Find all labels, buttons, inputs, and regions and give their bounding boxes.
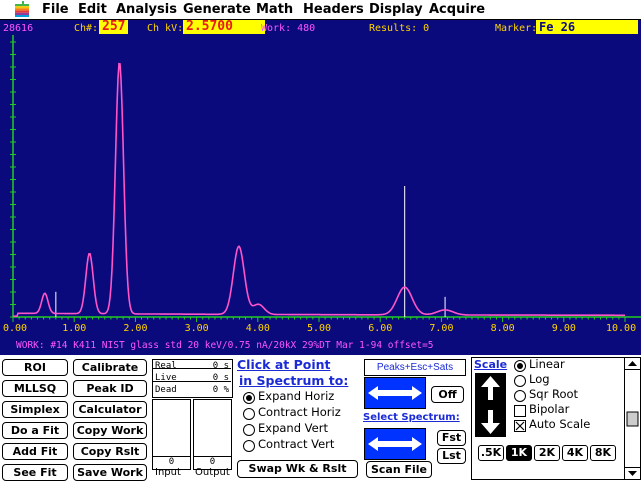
checkmark-x-icon [515, 421, 525, 431]
menu-acquire[interactable]: Acquire [429, 1, 485, 18]
dead-time-label: Dead [155, 385, 177, 395]
x-tick-label: 8.00 [490, 323, 515, 334]
scale-title: Scale [474, 358, 508, 371]
simplex-button[interactable]: Simplex [2, 401, 68, 418]
add-fit-button[interactable]: Add Fit [2, 443, 68, 460]
click-at-point-title: Click at Point [237, 357, 331, 372]
x-tick-label: 4.00 [245, 323, 270, 334]
expand-horiz-label[interactable]: Expand Horiz [258, 389, 334, 403]
apple-menu-icon[interactable] [15, 1, 29, 17]
menu-edit[interactable]: Edit [78, 1, 107, 18]
sqr-root-radio[interactable] [514, 390, 526, 402]
y-axis [10, 35, 16, 318]
peaks-arrows[interactable] [364, 377, 426, 409]
input-label: Input [155, 467, 181, 478]
range-0-5k-button[interactable]: .5K [478, 445, 504, 461]
linear-radio[interactable] [514, 360, 526, 372]
x-tick-label: 1.00 [62, 323, 87, 334]
vertical-scrollbar[interactable] [624, 357, 641, 480]
work-info-line: WORK: #14 K411 NIST glass std 20 keV/0.7… [16, 340, 434, 351]
left-right-arrows-icon [368, 386, 422, 400]
counter-divider [153, 381, 231, 382]
control-panel: ROI Calibrate MLLSQ Peak ID Simplex Calc… [0, 356, 641, 482]
real-time-label: Real [155, 361, 177, 371]
save-work-button[interactable]: Save Work [73, 464, 147, 481]
expand-horiz-radio[interactable] [243, 392, 255, 404]
copy-work-button[interactable]: Copy Work [73, 422, 147, 439]
menu-analysis[interactable]: Analysis [116, 1, 177, 18]
spectrum-select-arrows[interactable] [364, 428, 426, 460]
peak-id-button[interactable]: Peak ID [73, 380, 147, 397]
range-4k-button[interactable]: 4K [562, 445, 588, 461]
first-spectrum-button[interactable]: Fst [437, 430, 466, 446]
contract-horiz-radio[interactable] [243, 408, 255, 420]
scale-updown-arrows[interactable] [475, 373, 506, 437]
scrollbar-arrows-icon [625, 361, 640, 476]
output-label: Output [195, 467, 230, 478]
swap-work-result-button[interactable]: Swap Wk & Rslt [237, 460, 358, 478]
menu-headers[interactable]: Headers [303, 1, 364, 18]
up-down-arrows-icon [481, 376, 500, 434]
x-tick-label: 10.00 [606, 323, 637, 334]
scan-file-button[interactable]: Scan File [366, 461, 432, 478]
off-button[interactable]: Off [431, 386, 464, 403]
live-time-value: 0 s [212, 373, 229, 383]
sqr-root-label[interactable]: Sqr Root [529, 387, 578, 401]
see-fit-button[interactable]: See Fit [2, 464, 68, 481]
menu-generate[interactable]: Generate [183, 1, 251, 18]
last-spectrum-button[interactable]: Lst [437, 448, 466, 464]
left-right-arrows-icon [368, 437, 422, 451]
range-2k-button[interactable]: 2K [534, 445, 560, 461]
contract-vert-radio[interactable] [243, 440, 255, 452]
log-label[interactable]: Log [529, 372, 550, 386]
x-tick-label: 9.00 [551, 323, 576, 334]
x-tick-label: 7.00 [429, 323, 454, 334]
menu-math[interactable]: Math [256, 1, 293, 18]
x-tick-label: 2.00 [123, 323, 148, 334]
expand-vert-label[interactable]: Expand Vert [258, 421, 328, 435]
spectrum-display[interactable]: 28616 Ch#: 257 Ch kV: 2.5700 Work: 480 R… [0, 20, 641, 355]
contract-vert-label[interactable]: Contract Vert [258, 437, 334, 451]
copy-rslt-button[interactable]: Copy Rslt [73, 443, 147, 460]
input-rate-bar: 0 [152, 399, 191, 470]
auto-scale-label[interactable]: Auto Scale [529, 417, 590, 431]
x-tick-label: 6.00 [368, 323, 393, 334]
spectrum-plot[interactable] [0, 20, 641, 355]
roi-button[interactable]: ROI [2, 359, 68, 376]
x-axis [12, 316, 641, 322]
range-8k-button[interactable]: 8K [590, 445, 616, 461]
x-tick-label: 3.00 [184, 323, 209, 334]
live-time-label: Live [155, 373, 177, 383]
do-a-fit-button[interactable]: Do a Fit [2, 422, 68, 439]
menu-file[interactable]: File [42, 1, 69, 18]
mllsq-button[interactable]: MLLSQ [2, 380, 68, 397]
real-time-value: 0 s [212, 361, 229, 371]
range-1k-button[interactable]: 1K [506, 445, 532, 461]
log-radio[interactable] [514, 375, 526, 387]
time-counters: Real 0 s Live 0 s Dead 0 % [152, 359, 233, 398]
dead-time-value: 0 % [212, 385, 229, 395]
x-tick-label: 0.00 [3, 323, 28, 334]
contract-horiz-label[interactable]: Contract Horiz [258, 405, 341, 419]
x-tick-label: 5.00 [307, 323, 332, 334]
calibrate-button[interactable]: Calibrate [73, 359, 147, 376]
click-at-point-subtitle: in Spectrum to: [239, 373, 349, 388]
bipolar-label[interactable]: Bipolar [529, 402, 569, 416]
counter-divider [153, 368, 231, 369]
auto-scale-checkbox[interactable] [514, 420, 526, 432]
menu-bar: File Edit Analysis Generate Math Headers… [0, 0, 641, 20]
output-rate-bar: 0 [193, 399, 232, 470]
peaks-esc-sats-label: Peaks+Esc+Sats [364, 359, 466, 376]
menu-display[interactable]: Display [369, 1, 423, 18]
spectrum-trace [13, 62, 625, 317]
expand-vert-radio[interactable] [243, 424, 255, 436]
linear-label[interactable]: Linear [529, 357, 565, 371]
select-spectrum-label: Select Spectrum: [363, 412, 460, 423]
calculator-button[interactable]: Calculator [73, 401, 147, 418]
bipolar-checkbox[interactable] [514, 405, 526, 417]
